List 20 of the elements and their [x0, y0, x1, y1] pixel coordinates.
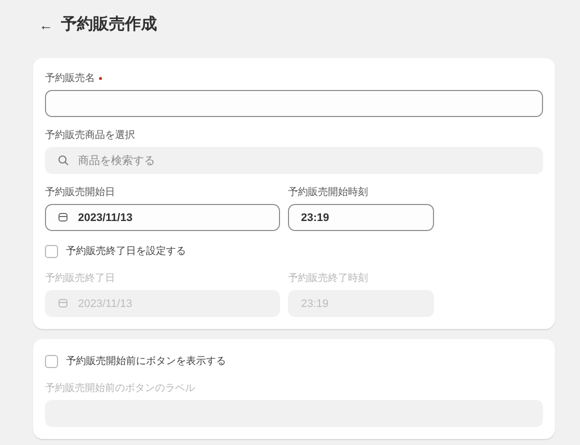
field-label: 予約販売商品を選択 — [45, 128, 135, 142]
field-label: 予約販売開始前のボタンのラベル — [45, 382, 195, 396]
text-field[interactable] — [45, 90, 543, 117]
date-field[interactable]: 2023/11/13 — [45, 204, 280, 231]
calendar-icon — [58, 212, 68, 222]
page-title: 予約販売作成 — [61, 14, 157, 35]
field-label: 予約販売終了時刻 — [288, 272, 368, 286]
field-label: 予約販売開始時刻 — [288, 186, 368, 200]
checkbox-label: 予約販売終了日を設定する — [66, 244, 186, 258]
search-field[interactable]: 商品を検索する — [45, 147, 543, 174]
field-label: 予約販売開始日 — [45, 186, 115, 200]
checkbox-label: 予約販売開始前にボタンを表示する — [66, 354, 226, 368]
checkbox[interactable] — [45, 354, 58, 368]
checkbox[interactable] — [45, 244, 58, 258]
back-button[interactable]: ← — [39, 14, 53, 36]
field-label: 予約販売終了日 — [45, 272, 115, 286]
search-icon — [58, 155, 69, 166]
time-field[interactable]: 23:19 — [288, 204, 434, 231]
field-label: 予約販売名 — [45, 72, 95, 86]
calendar-icon — [58, 298, 68, 308]
